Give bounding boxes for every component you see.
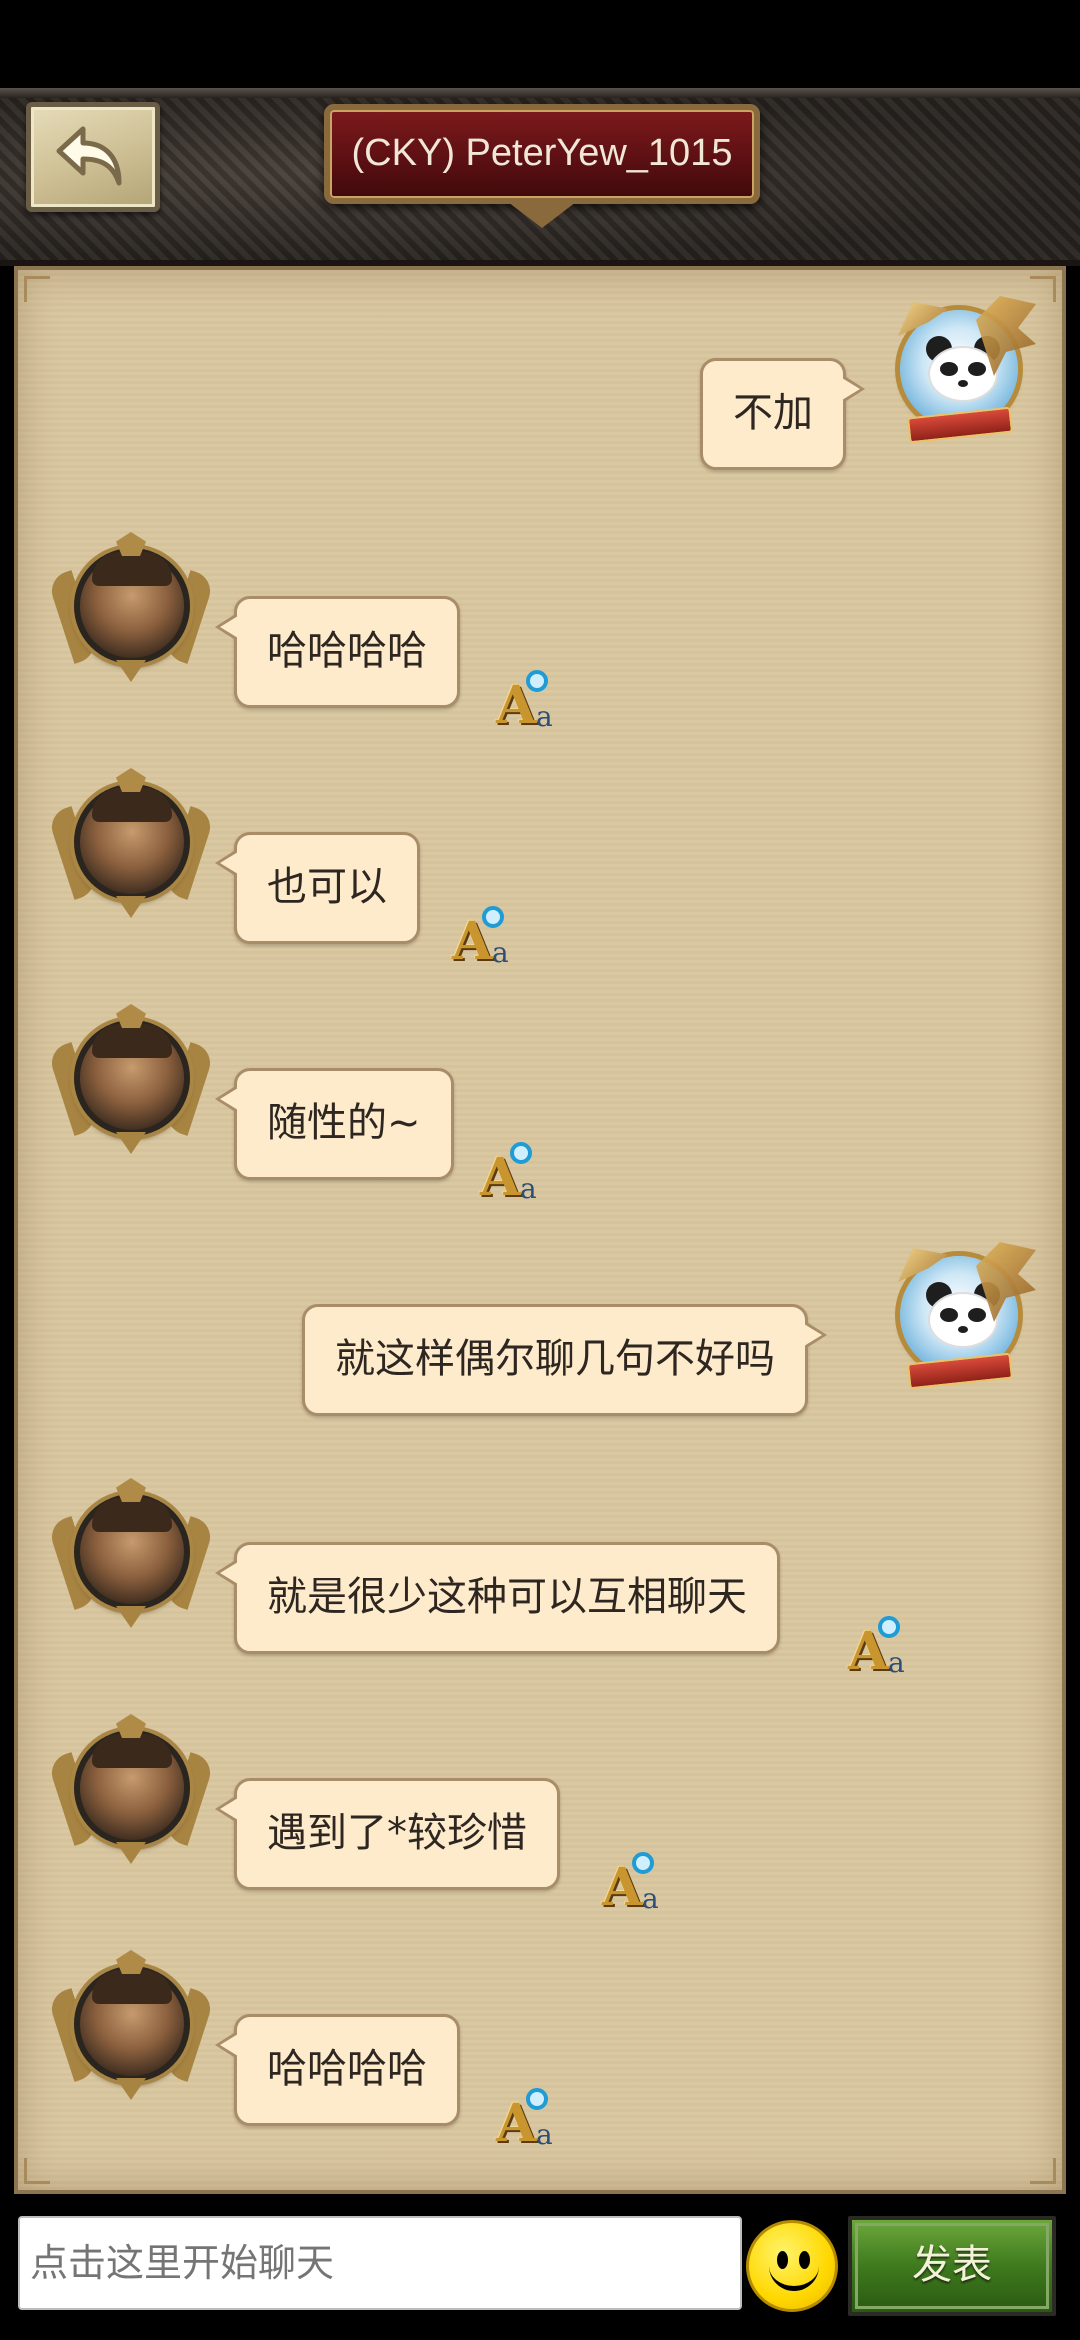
globe-icon xyxy=(526,2088,548,2110)
panda-eye xyxy=(968,1308,986,1322)
message-bubble-outgoing[interactable]: 不加 xyxy=(700,358,865,470)
panel-corner-ornament xyxy=(24,2158,50,2184)
portrait-hair xyxy=(92,1498,172,1532)
translate-icon-small: a xyxy=(888,1646,905,1679)
friend-avatar[interactable] xyxy=(46,1478,216,1628)
back-arrow-icon xyxy=(56,126,122,186)
globe-icon xyxy=(632,1852,654,1874)
header-bar: (CKY) PeterYew_1015 xyxy=(0,88,1080,266)
globe-icon xyxy=(482,906,504,928)
translate-icon-small: a xyxy=(536,2118,553,2151)
panda-eye xyxy=(968,362,986,376)
back-button[interactable] xyxy=(26,102,160,212)
translate-icon[interactable]: A a xyxy=(496,2088,562,2154)
friend-avatar[interactable] xyxy=(46,1004,216,1154)
smiley-mouth xyxy=(769,2263,819,2291)
chevron-icon xyxy=(116,896,146,918)
portrait-hair xyxy=(92,1970,172,2004)
message-bubble-incoming[interactable]: 遇到了*较珍惜 xyxy=(215,1778,560,1890)
chat-input[interactable] xyxy=(18,2216,742,2310)
portrait-hair xyxy=(92,1734,172,1768)
message-text: 哈哈哈哈 xyxy=(267,628,427,674)
message-bubble-incoming[interactable]: 哈哈哈哈 xyxy=(215,596,460,708)
globe-icon xyxy=(526,670,548,692)
message-text: 就这样偶尔聊几句不好吗 xyxy=(335,1336,775,1382)
friend-avatar[interactable] xyxy=(46,1950,216,2100)
portrait-hair xyxy=(92,1024,172,1058)
panel-corner-ornament xyxy=(24,276,50,302)
my-avatar[interactable] xyxy=(886,296,1036,446)
chevron-icon xyxy=(116,660,146,682)
translate-icon[interactable]: A a xyxy=(452,906,518,972)
panda-eye xyxy=(940,362,958,376)
emoji-button[interactable] xyxy=(746,2220,838,2312)
translate-icon-small: a xyxy=(536,700,553,733)
translate-icon[interactable]: A a xyxy=(496,670,562,736)
compose-bar: 发表 xyxy=(0,2194,1080,2340)
message-text: 不加 xyxy=(733,390,813,436)
message-bubble-incoming[interactable]: 随性的~ xyxy=(215,1068,454,1180)
portrait-hair xyxy=(92,788,172,822)
title-plate: (CKY) PeterYew_1015 xyxy=(324,104,760,204)
chevron-icon xyxy=(116,1842,146,1864)
panda-nose xyxy=(958,1326,968,1333)
page-title: (CKY) PeterYew_1015 xyxy=(351,132,733,174)
translate-icon[interactable]: A a xyxy=(848,1616,914,1682)
my-avatar[interactable] xyxy=(886,1242,1036,1392)
friend-avatar[interactable] xyxy=(46,768,216,918)
chevron-icon xyxy=(116,1606,146,1628)
message-text: 也可以 xyxy=(267,864,387,910)
friend-avatar[interactable] xyxy=(46,1714,216,1864)
globe-icon xyxy=(878,1616,900,1638)
message-text: 就是很少这种可以互相聊天 xyxy=(267,1574,747,1620)
globe-icon xyxy=(510,1142,532,1164)
portrait-hair xyxy=(92,552,172,586)
translate-icon-small: a xyxy=(642,1882,659,1915)
translate-icon-small: a xyxy=(520,1172,537,1205)
friend-avatar[interactable] xyxy=(46,532,216,682)
message-bubble-incoming[interactable]: 哈哈哈哈 xyxy=(215,2014,460,2126)
message-text: 遇到了*较珍惜 xyxy=(267,1810,527,1856)
chat-screen: (CKY) PeterYew_1015 不加 哈哈哈哈 A a 也可以 A a … xyxy=(0,0,1080,2340)
send-button[interactable]: 发表 xyxy=(848,2216,1056,2316)
panda-nose xyxy=(958,380,968,387)
chevron-icon xyxy=(116,2078,146,2100)
message-text: 哈哈哈哈 xyxy=(267,2046,427,2092)
chat-panel[interactable]: 不加 哈哈哈哈 A a 也可以 A a 随性的~ A a 就这样偶尔聊几句不好吗… xyxy=(14,266,1066,2194)
translate-icon[interactable]: A a xyxy=(602,1852,668,1918)
chevron-icon xyxy=(116,1132,146,1154)
message-bubble-outgoing[interactable]: 就这样偶尔聊几句不好吗 xyxy=(302,1304,827,1416)
panda-eye xyxy=(940,1308,958,1322)
panel-corner-ornament xyxy=(1030,2158,1056,2184)
message-bubble-incoming[interactable]: 也可以 xyxy=(215,832,420,944)
translate-icon-small: a xyxy=(492,936,509,969)
translate-icon[interactable]: A a xyxy=(480,1142,546,1208)
message-text: 随性的~ xyxy=(267,1100,421,1146)
message-bubble-incoming[interactable]: 就是很少这种可以互相聊天 xyxy=(215,1542,780,1654)
